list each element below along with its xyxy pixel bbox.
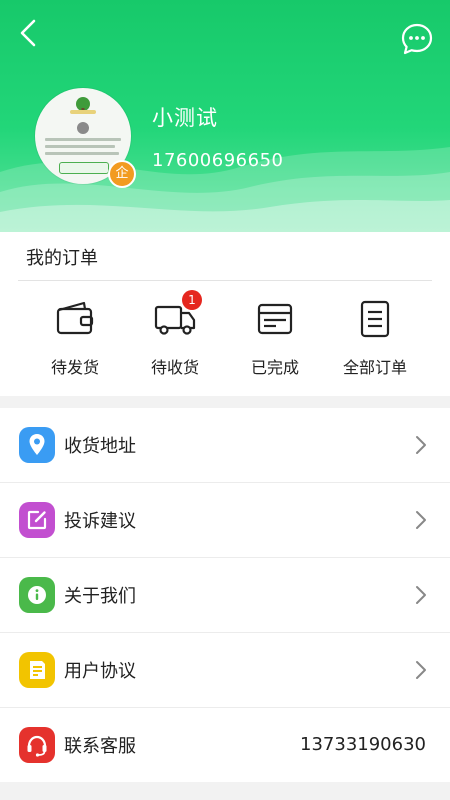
order-label: 已完成 [250,358,299,377]
order-pending-receipt[interactable]: 1 待收货 [125,290,225,384]
avatar-text-line [45,145,115,148]
my-orders-section: 我的订单 待发货 1 待收货 已完成 全部订单 [0,232,450,396]
menu-item-agreement[interactable]: 用户协议 [0,633,450,708]
chevron-right-icon [416,661,426,679]
wallet-icon [56,301,94,335]
avatar-stamp [59,162,109,174]
menu-label: 投诉建议 [64,511,136,532]
agreement-icon [19,652,55,688]
order-count-badge: 1 [182,290,202,310]
edit-icon [19,502,55,538]
menu-label: 联系客服 [64,736,136,757]
location-pin-icon [19,427,55,463]
menu-item-feedback[interactable]: 投诉建议 [0,483,450,558]
orders-title: 我的订单 [26,248,98,269]
menu-label: 用户协议 [64,661,136,682]
user-name: 小测试 [152,106,218,130]
order-all[interactable]: 全部订单 [325,298,425,384]
back-button[interactable] [14,16,44,50]
chevron-right-icon [416,511,426,529]
order-label: 全部订单 [342,358,407,377]
menu-item-address[interactable]: 收货地址 [0,408,450,483]
avatar-container[interactable]: 企 [35,88,136,188]
avatar-text-line [45,152,119,155]
chat-bubble-icon [401,23,433,55]
info-icon [19,577,55,613]
order-pending-shipment[interactable]: 待发货 [25,298,125,384]
avatar-text-line [45,138,121,141]
tree-logo-icon [70,97,96,114]
menu-item-customer-service[interactable]: 联系客服 13733190630 [0,708,450,782]
order-completed[interactable]: 已完成 [225,298,325,384]
menu-label: 关于我们 [64,586,136,607]
headset-icon [19,727,55,763]
avatar-person-icon [77,122,89,134]
divider [18,280,432,281]
profile-header: 企 小测试 17600696650 [0,0,450,232]
chevron-right-icon [416,586,426,604]
document-icon [360,300,390,338]
user-phone: 17600696650 [152,150,284,171]
menu-label: 收货地址 [64,436,136,457]
box-icon [257,303,293,335]
chevron-left-icon [20,19,36,47]
chevron-right-icon [416,436,426,454]
message-button[interactable] [400,22,434,56]
enterprise-badge: 企 [108,160,136,188]
order-label: 待收货 [150,358,199,377]
menu-item-about[interactable]: 关于我们 [0,558,450,633]
settings-menu: 收货地址 投诉建议 关于我们 用户协议 联系客服 13733190630 [0,408,450,782]
customer-service-phone[interactable]: 13733190630 [300,734,426,755]
order-label: 待发货 [50,358,99,377]
